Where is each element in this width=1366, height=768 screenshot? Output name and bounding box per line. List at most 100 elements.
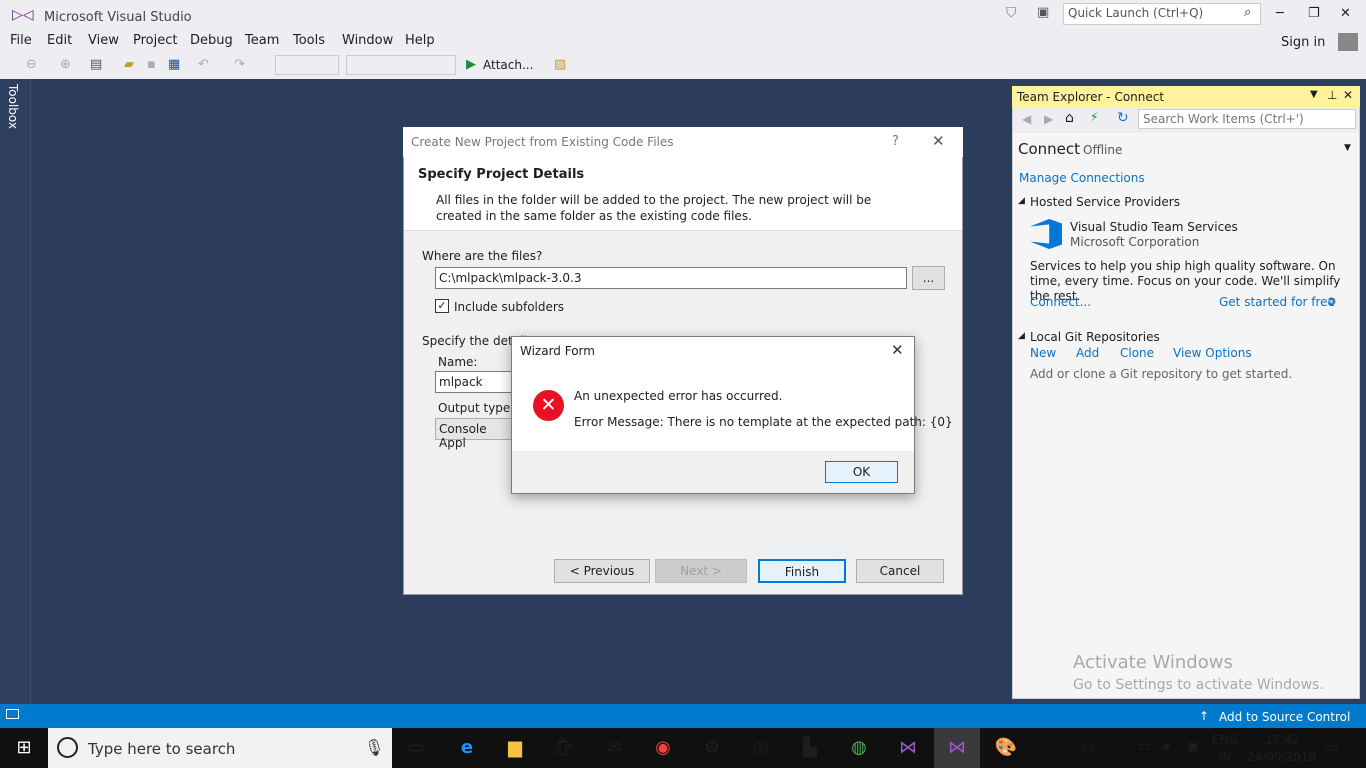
connect-heading: Connect (1018, 140, 1081, 158)
te-back-icon[interactable]: ◀ (1022, 112, 1031, 126)
name-input[interactable]: mlpack (435, 371, 515, 393)
microphone-icon[interactable]: 🎙 (364, 738, 384, 757)
language-code[interactable]: ENG (1212, 733, 1238, 747)
feedback-icon[interactable]: ▣ (1037, 5, 1049, 20)
store-icon[interactable]: 🛍 (553, 736, 577, 760)
open-file-icon[interactable]: ▰ (124, 57, 134, 72)
windows-start-icon[interactable]: ⊞ (12, 736, 36, 760)
visual-studio-active-icon[interactable]: ⋈ (945, 736, 969, 760)
dialog-title: Create New Project from Existing Code Fi… (411, 135, 674, 149)
settings-icon[interactable]: ⚙ (700, 736, 724, 760)
files-path-input[interactable]: C:\mlpack\mlpack-3.0.3 (435, 267, 907, 289)
file-explorer-icon[interactable]: ▆ (503, 736, 527, 760)
add-to-source-control-button[interactable]: Add to Source Control (1219, 710, 1350, 724)
dropdown-icon[interactable]: ▼ (1310, 89, 1318, 100)
browse-button[interactable]: ... (912, 266, 945, 290)
search-icon: ⌕ (1244, 5, 1252, 20)
vsts-name: Visual Studio Team Services (1070, 220, 1238, 234)
previous-button[interactable]: < Previous (554, 559, 650, 583)
undo-icon[interactable]: ↶ (198, 57, 209, 72)
panel-close-icon[interactable]: ✕ (1343, 88, 1353, 102)
name-label: Name: (438, 355, 478, 369)
notes-icon[interactable]: ▙ (798, 736, 822, 760)
network-icon[interactable]: ▣ (1187, 739, 1199, 754)
platform-dropdown[interactable] (346, 55, 456, 75)
restore-button[interactable]: ❐ (1308, 6, 1320, 21)
home-icon[interactable]: ⌂ (1065, 110, 1074, 126)
connect-link[interactable]: Connect... (1030, 295, 1091, 309)
output-type-label: Output type: (438, 401, 515, 415)
hosted-collapse-icon[interactable]: ◢ (1018, 196, 1025, 206)
save-icon[interactable]: ▪ (147, 57, 156, 72)
menu-view[interactable]: View (88, 33, 119, 48)
include-subfolders-label: Include subfolders (454, 300, 565, 314)
manage-connections-link[interactable]: Manage Connections (1019, 171, 1145, 185)
redo-icon[interactable]: ↷ (234, 57, 245, 72)
back-icon[interactable]: ⊖ (26, 57, 37, 72)
dialog-close-button[interactable]: ✕ (932, 132, 945, 150)
region-code[interactable]: IN (1219, 750, 1232, 764)
minimize-button[interactable]: ─ (1276, 6, 1284, 21)
find-in-files-icon[interactable]: ▨ (554, 57, 566, 72)
attach-button[interactable]: Attach... (483, 58, 533, 72)
help-button[interactable]: ? (892, 134, 899, 149)
messagebox-close-button[interactable]: ✕ (891, 341, 904, 359)
forward-icon[interactable]: ⊕ (60, 57, 71, 72)
local-view-options-link[interactable]: View Options (1173, 346, 1252, 360)
menu-file[interactable]: File (10, 33, 32, 48)
people-icon[interactable]: ⚇ (1075, 736, 1099, 760)
steam-icon[interactable]: ◎ (749, 736, 773, 760)
sign-in-link[interactable]: Sign in (1281, 35, 1325, 50)
clock-date[interactable]: 24/09/2018 (1247, 750, 1316, 764)
filter-icon[interactable]: ⛉ (1006, 5, 1017, 21)
network-app-icon[interactable]: ◍ (847, 736, 871, 760)
chrome-icon[interactable]: ◉ (651, 736, 675, 760)
account-avatar-icon[interactable] (1338, 33, 1358, 51)
team-explorer-title: Team Explorer - Connect (1017, 90, 1165, 104)
tray-overflow-icon[interactable]: ⌃ (1115, 740, 1125, 754)
ok-button[interactable]: OK (825, 461, 898, 483)
local-clone-link[interactable]: Clone (1120, 346, 1154, 360)
start-icon[interactable]: ▶ (466, 57, 476, 72)
mail-icon[interactable]: ✉ (602, 736, 626, 760)
task-view-icon[interactable]: ▭ (404, 736, 428, 760)
toolbox-tab[interactable]: Toolbox (6, 84, 20, 129)
menu-tools[interactable]: Tools (293, 33, 325, 48)
refresh-icon[interactable]: ↻ (1117, 110, 1129, 126)
save-all-icon[interactable]: ▦ (168, 57, 180, 72)
te-forward-icon[interactable]: ▶ (1044, 112, 1053, 126)
finish-button[interactable]: Finish (758, 559, 846, 583)
close-window-button[interactable]: ✕ (1340, 6, 1351, 21)
menu-debug[interactable]: Debug (190, 33, 233, 48)
pin-icon[interactable]: ⊥ (1327, 88, 1337, 102)
source-control-up-icon: ↑ (1199, 709, 1210, 723)
clock-time[interactable]: 17:42 (1265, 733, 1300, 747)
new-project-icon[interactable]: ▤ (90, 57, 102, 72)
output-type-dropdown[interactable]: Console Appl (435, 418, 515, 450)
notifications-icon[interactable]: ▭ (1324, 738, 1338, 756)
menu-window[interactable]: Window (342, 33, 393, 48)
volume-icon[interactable]: 🕪 (1162, 739, 1170, 754)
local-new-link[interactable]: New (1030, 346, 1056, 360)
cancel-button[interactable]: Cancel (856, 559, 944, 583)
plug-icon[interactable]: ⚡ (1090, 110, 1098, 124)
config-dropdown[interactable] (275, 55, 339, 75)
menu-team[interactable]: Team (245, 33, 279, 48)
arrow-circle-icon[interactable]: ➲ (1326, 294, 1337, 309)
get-started-link[interactable]: Get started for free (1219, 295, 1335, 309)
taskbar-search-placeholder: Type here to search (88, 740, 236, 758)
menu-edit[interactable]: Edit (47, 33, 72, 48)
connect-dropdown-icon[interactable]: ▼ (1344, 143, 1351, 153)
paint-icon[interactable]: 🎨 (994, 736, 1018, 760)
local-collapse-icon[interactable]: ◢ (1018, 331, 1025, 341)
edge-icon[interactable]: e (455, 736, 479, 760)
search-work-items-input[interactable]: Search Work Items (Ctrl+') (1138, 109, 1356, 129)
visual-studio-icon[interactable]: ⋈ (896, 736, 920, 760)
quick-launch-input[interactable]: Quick Launch (Ctrl+Q) (1063, 3, 1261, 25)
include-subfolders-checkbox[interactable]: ✓ (435, 299, 449, 313)
battery-icon[interactable]: ▭ (1138, 739, 1150, 754)
menu-help[interactable]: Help (405, 33, 435, 48)
next-button[interactable]: Next > (655, 559, 747, 583)
local-add-link[interactable]: Add (1076, 346, 1099, 360)
menu-project[interactable]: Project (133, 33, 177, 48)
